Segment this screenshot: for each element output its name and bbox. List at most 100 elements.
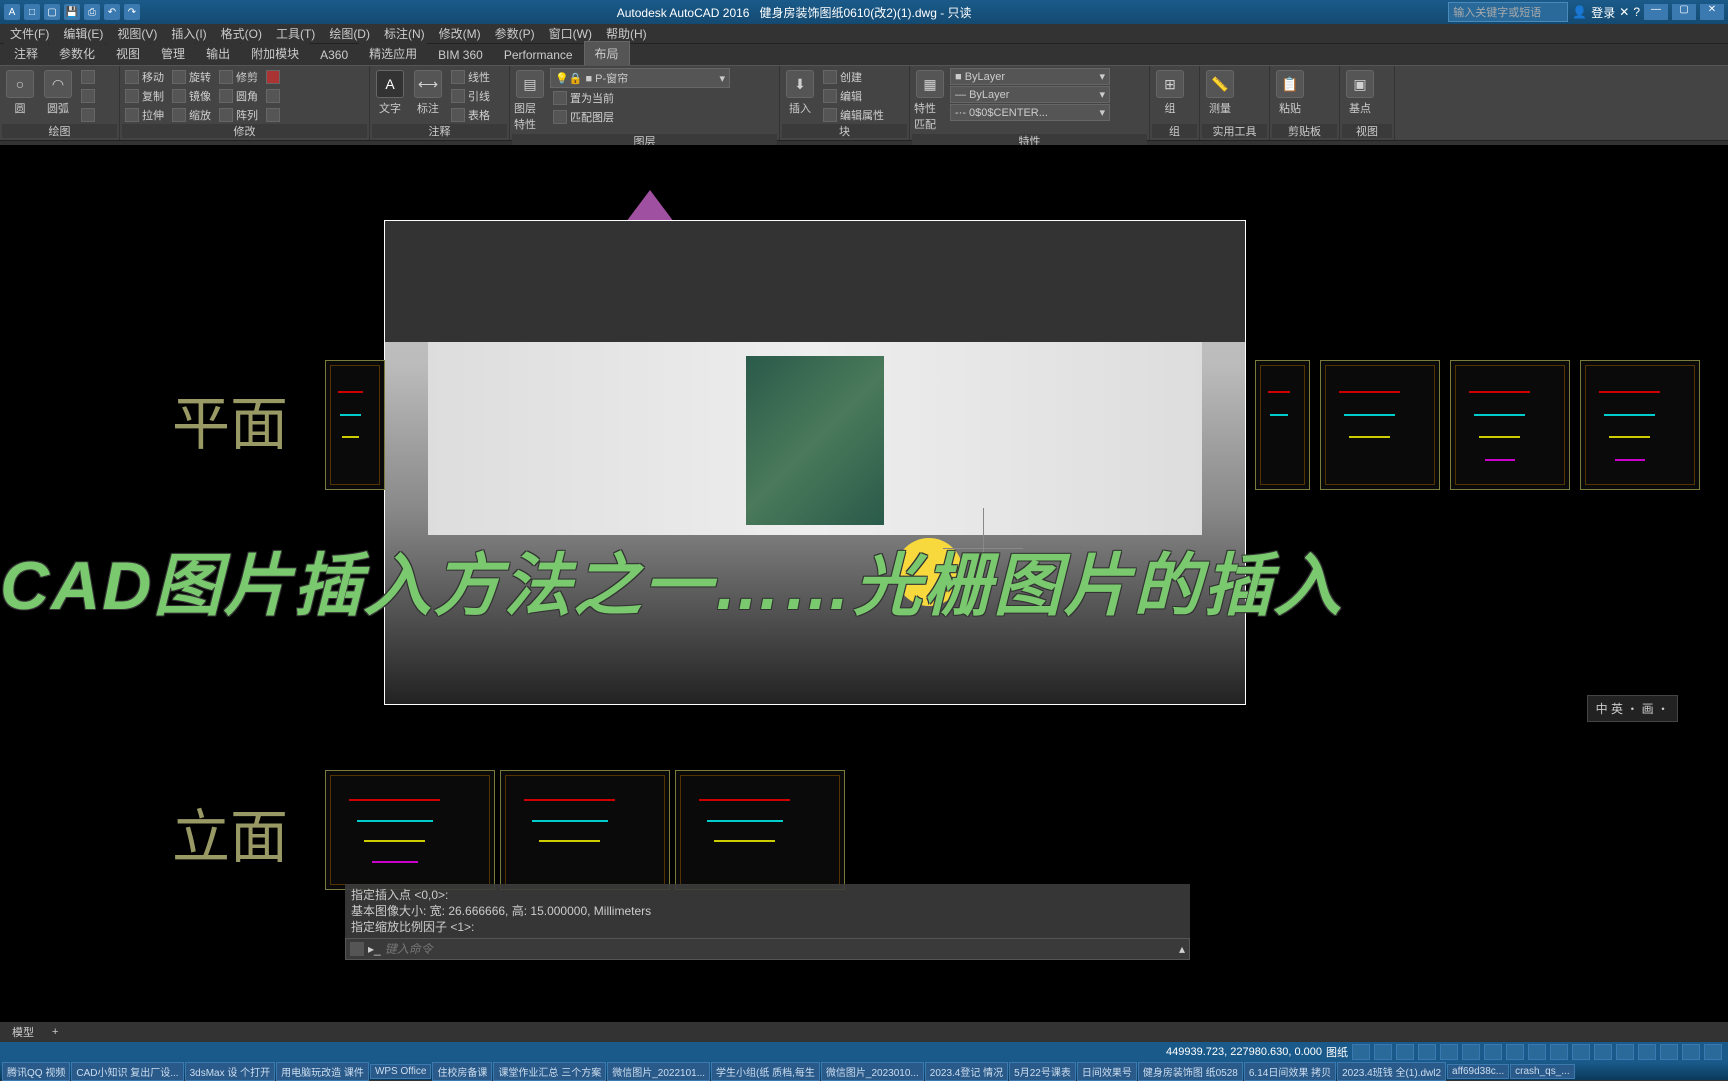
matchlayer-button[interactable]: 匹配图层 <box>550 108 777 126</box>
tab-param[interactable]: 参数化 <box>49 42 105 65</box>
thumb-r3[interactable] <box>1450 360 1570 490</box>
taskbar-item[interactable]: 课堂作业汇总 三个方案 <box>493 1062 606 1081</box>
measure-button[interactable]: 📏测量 <box>1202 68 1238 118</box>
tab-output[interactable]: 输出 <box>196 42 240 65</box>
line-button[interactable] <box>78 68 98 86</box>
scale-button[interactable]: 缩放 <box>169 106 214 124</box>
thumb-r4[interactable] <box>1580 360 1700 490</box>
taskbar-item[interactable]: 3dsMax 设 个打开 <box>185 1062 276 1081</box>
text-button[interactable]: A文字 <box>372 68 408 118</box>
arc-button[interactable]: ◠圆弧 <box>40 68 76 118</box>
custom-icon[interactable] <box>1704 1044 1722 1060</box>
command-line[interactable]: ▸_ ▴ <box>345 938 1190 960</box>
ortho-icon[interactable] <box>1396 1044 1414 1060</box>
taskbar-item[interactable]: CAD小知识 复出厂设... <box>71 1062 183 1081</box>
polar-icon[interactable] <box>1418 1044 1436 1060</box>
group-button[interactable]: ⊞组 <box>1152 68 1188 118</box>
taskbar-item[interactable]: 2023.4班钱 全(1).dwl2 <box>1337 1062 1446 1081</box>
tab-perf[interactable]: Performance <box>494 45 583 65</box>
maximize-button[interactable]: ▢ <box>1672 4 1696 20</box>
undo-icon[interactable]: ↶ <box>104 4 120 20</box>
layer-combo[interactable]: 💡🔒 ■ P-窗帘▾ <box>550 68 730 88</box>
editattr-button[interactable]: 编辑属性 <box>820 106 887 124</box>
move-button[interactable]: 移动 <box>122 68 167 86</box>
explode-button[interactable] <box>263 87 283 105</box>
thumb-left-1[interactable] <box>325 360 385 490</box>
rect-button[interactable] <box>78 106 98 124</box>
command-input[interactable] <box>385 942 1175 956</box>
fillet-button[interactable]: 圆角 <box>216 87 261 105</box>
close-cmd-icon[interactable] <box>350 942 364 956</box>
menu-draw[interactable]: 绘图(D) <box>323 23 376 44</box>
isolate-icon[interactable] <box>1638 1044 1656 1060</box>
setcurrent-button[interactable]: 置为当前 <box>550 89 777 107</box>
close-button[interactable]: ✕ <box>1700 4 1724 20</box>
taskbar-item[interactable]: aff69d38c... <box>1447 1064 1509 1079</box>
propmatch-button[interactable]: ▦特性匹配 <box>912 68 948 134</box>
help-icon[interactable]: ? <box>1633 5 1640 19</box>
taskbar-item[interactable]: 学生小组(纸 质档,每生 <box>711 1062 820 1081</box>
menu-edit[interactable]: 编辑(E) <box>57 23 109 44</box>
thumb-r1[interactable] <box>1255 360 1310 490</box>
save-icon[interactable]: 💾 <box>64 4 80 20</box>
erase-button[interactable] <box>263 68 283 86</box>
thumb-elev-2[interactable] <box>500 770 670 890</box>
osnap-icon[interactable] <box>1440 1044 1458 1060</box>
taskbar-item[interactable]: 腾讯QQ 视频 <box>2 1062 70 1081</box>
linetype-button[interactable]: 线性 <box>448 68 493 86</box>
new-icon[interactable]: □ <box>24 4 40 20</box>
snap-icon[interactable] <box>1374 1044 1392 1060</box>
drawing-canvas[interactable]: 平面 立面 CAD图片插入方法之一……光栅图片的插入 中 英 ・ 画 ・ 指定插… <box>0 145 1728 1022</box>
cmd-dropdown-icon[interactable]: ▴ <box>1179 942 1185 956</box>
taskbar-item[interactable]: 微信图片_2023010... <box>821 1062 924 1081</box>
menu-param[interactable]: 参数(P) <box>489 23 541 44</box>
taskbar-item[interactable]: 日间效果号 <box>1077 1062 1137 1081</box>
selcycle-icon[interactable] <box>1550 1044 1568 1060</box>
menu-file[interactable]: 文件(F) <box>4 23 55 44</box>
menu-modify[interactable]: 修改(M) <box>433 23 487 44</box>
tab-layout[interactable]: 布局 <box>584 41 630 65</box>
menu-dim[interactable]: 标注(N) <box>378 23 431 44</box>
base-button[interactable]: ▣基点 <box>1342 68 1378 118</box>
editblock-button[interactable]: 编辑 <box>820 87 887 105</box>
taskbar-item[interactable]: 6.14日间效果 拷贝 <box>1244 1062 1336 1081</box>
taskbar-item[interactable]: WPS Office <box>370 1064 432 1079</box>
rotate-button[interactable]: 旋转 <box>169 68 214 86</box>
search-input[interactable]: 输入关键字或短语 <box>1448 2 1568 22</box>
trim-button[interactable]: 修剪 <box>216 68 261 86</box>
transp-icon[interactable] <box>1506 1044 1524 1060</box>
hwaccel-icon[interactable] <box>1660 1044 1678 1060</box>
menu-view[interactable]: 视图(V) <box>111 23 163 44</box>
paste-button[interactable]: 📋粘贴 <box>1272 68 1308 118</box>
offset-button[interactable] <box>263 106 283 124</box>
minimize-button[interactable]: — <box>1644 4 1668 20</box>
tab-annotate[interactable]: 注释 <box>4 42 48 65</box>
grid-icon[interactable] <box>1352 1044 1370 1060</box>
inserted-image[interactable] <box>384 220 1246 705</box>
tab-model[interactable]: 模型 <box>4 1022 42 1042</box>
ime-toolbar[interactable]: 中 英 ・ 画 ・ <box>1587 695 1678 722</box>
otrack-icon[interactable] <box>1462 1044 1480 1060</box>
insert-button[interactable]: ⬇插入 <box>782 68 818 118</box>
stretch-button[interactable]: 拉伸 <box>122 106 167 124</box>
table-button[interactable]: 表格 <box>448 106 493 124</box>
redo-icon[interactable]: ↷ <box>124 4 140 20</box>
taskbar-item[interactable]: crash_qs_... <box>1510 1064 1574 1079</box>
clean-icon[interactable] <box>1682 1044 1700 1060</box>
annomon-icon[interactable] <box>1616 1044 1634 1060</box>
lweight-icon[interactable] <box>1484 1044 1502 1060</box>
menu-format[interactable]: 格式(O) <box>215 23 268 44</box>
leader-button[interactable]: 引线 <box>448 87 493 105</box>
print-icon[interactable]: ⎙ <box>84 4 100 20</box>
tab-view[interactable]: 视图 <box>106 42 150 65</box>
tab-a360[interactable]: A360 <box>310 45 358 65</box>
tab-manage[interactable]: 管理 <box>151 42 195 65</box>
taskbar-item[interactable]: 健身房装饰图 纸0528 <box>1138 1062 1243 1081</box>
taskbar-item[interactable]: 5月22号课表 <box>1009 1062 1076 1081</box>
user-icon[interactable]: 👤 <box>1572 5 1587 19</box>
mirror-button[interactable]: 镜像 <box>169 87 214 105</box>
dim-button[interactable]: ⟷标注 <box>410 68 446 118</box>
layerprop-button[interactable]: ▤图层特性 <box>512 68 548 134</box>
tab-bim360[interactable]: BIM 360 <box>428 45 493 65</box>
array-button[interactable]: 阵列 <box>216 106 261 124</box>
